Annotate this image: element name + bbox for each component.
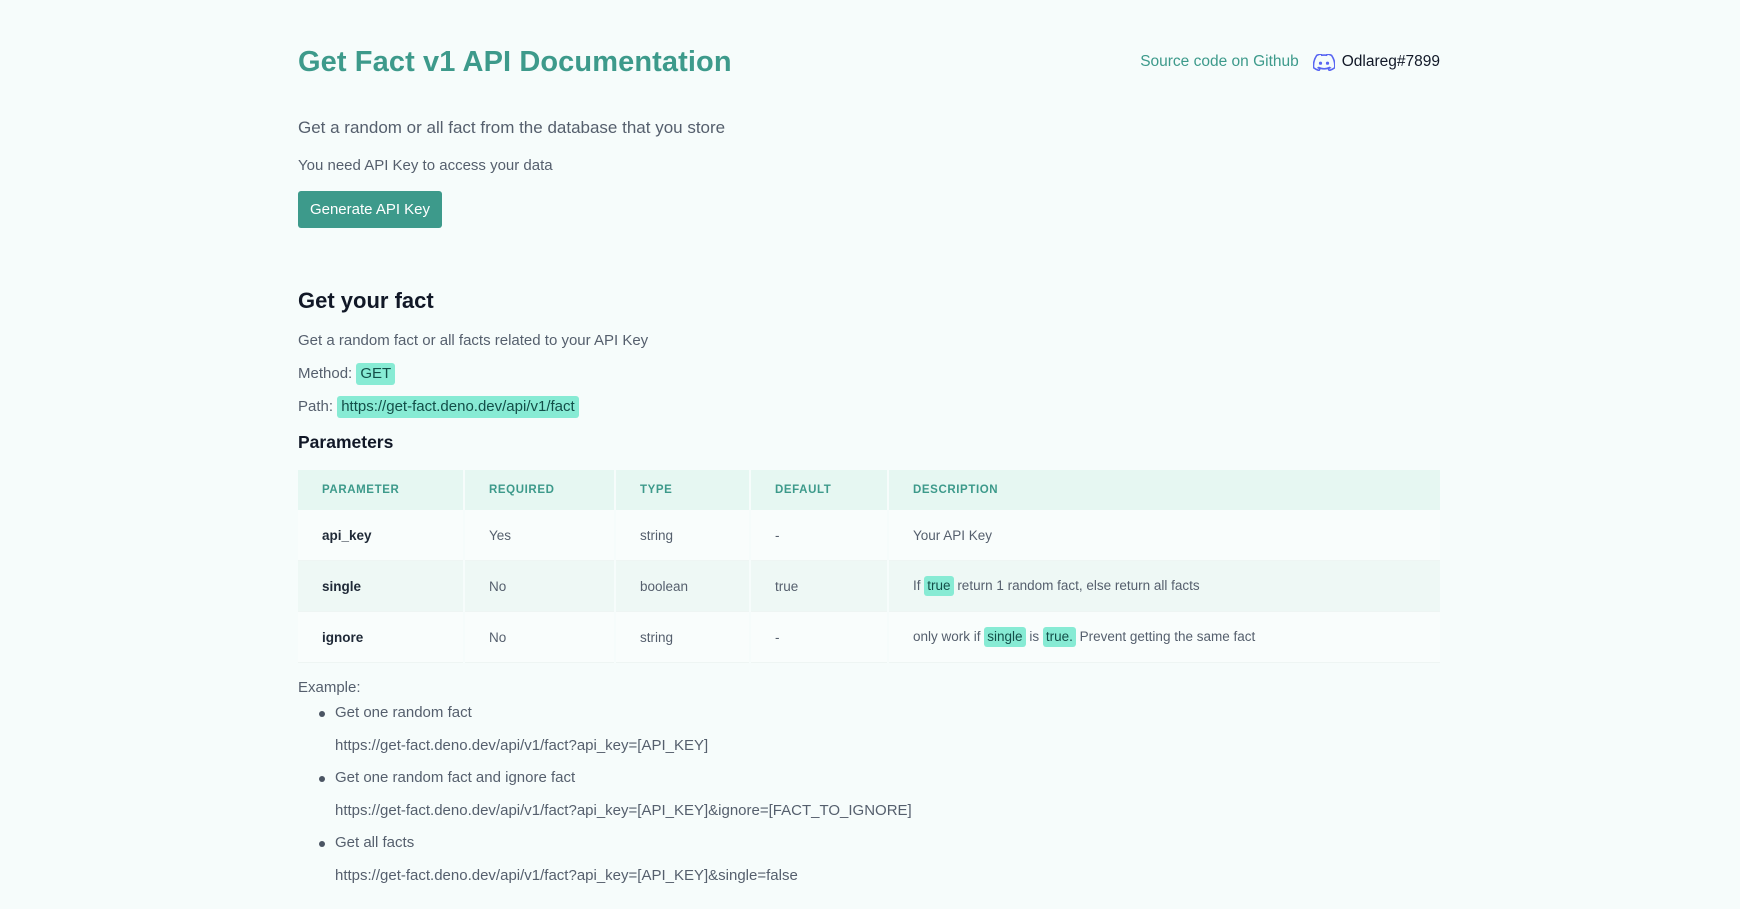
discord-contact: Odlareg#7899 xyxy=(1312,53,1440,71)
intro-need-key: You need API Key to access your data xyxy=(298,157,553,174)
github-link[interactable]: Source code on Github xyxy=(1140,53,1299,71)
example-title: Get all facts xyxy=(335,834,415,851)
section-title: Get your fact xyxy=(298,288,434,313)
description-text: only work if xyxy=(913,629,981,644)
parameters-table: PARAMETER REQUIRED TYPE DEFAULT DESCRIPT… xyxy=(298,470,1440,663)
param-required: No xyxy=(464,560,616,612)
header: Get Fact v1 API Documentation Source cod… xyxy=(298,0,1440,100)
column-header-parameter: PARAMETER xyxy=(298,470,465,510)
param-required: Yes xyxy=(464,510,616,561)
example-label: Example: xyxy=(298,679,361,696)
description-text: is xyxy=(1029,629,1040,644)
intro-lead: Get a random or all fact from the databa… xyxy=(298,118,726,137)
param-default: - xyxy=(750,510,889,561)
generate-api-key-button[interactable]: Generate API Key xyxy=(298,191,442,228)
method-line: Method: GET xyxy=(298,363,396,385)
param-description: Your API Key xyxy=(888,510,1440,561)
table-row: ignore No string - only work if single i… xyxy=(298,611,1440,663)
column-header-default: DEFAULT xyxy=(750,470,889,510)
param-type: boolean xyxy=(615,560,751,612)
path-line: Path: https://get-fact.deno.dev/api/v1/f… xyxy=(298,396,579,418)
description-text: Prevent getting the same fact xyxy=(1079,629,1256,644)
param-default: true xyxy=(750,560,889,612)
bullet-icon xyxy=(319,711,325,717)
bullet-icon xyxy=(319,841,325,847)
column-header-required: REQUIRED xyxy=(464,470,616,510)
code-badge: true. xyxy=(1042,627,1076,647)
description-text: return 1 random fact, else return all fa… xyxy=(957,578,1200,593)
param-description: only work if single is true. Prevent get… xyxy=(888,611,1440,663)
example-url: https://get-fact.deno.dev/api/v1/fact?ap… xyxy=(335,802,912,819)
example-url: https://get-fact.deno.dev/api/v1/fact?ap… xyxy=(335,737,709,754)
page: Get Fact v1 API Documentation Source cod… xyxy=(0,0,1740,909)
param-name: single xyxy=(298,560,465,612)
path-label: Path: xyxy=(298,398,334,415)
parameters-title: Parameters xyxy=(298,432,394,452)
table-header-row: PARAMETER REQUIRED TYPE DEFAULT DESCRIPT… xyxy=(298,470,1440,510)
column-header-description: DESCRIPTION xyxy=(888,470,1440,510)
bullet-icon xyxy=(319,776,325,782)
example-url: https://get-fact.deno.dev/api/v1/fact?ap… xyxy=(335,867,798,884)
method-badge: GET xyxy=(356,363,396,385)
section-subtitle: Get a random fact or all facts related t… xyxy=(298,332,649,349)
content-container: Get Fact v1 API Documentation Source cod… xyxy=(298,0,1440,884)
top-nav: Source code on Github Odlareg#7899 xyxy=(1140,53,1440,71)
description-text: If xyxy=(913,578,921,593)
column-header-type: TYPE xyxy=(615,470,751,510)
discord-icon xyxy=(1312,53,1335,71)
table-row: single No boolean true If true return 1 … xyxy=(298,560,1440,612)
param-required: No xyxy=(464,611,616,663)
param-type: string xyxy=(615,510,751,561)
param-name: api_key xyxy=(298,510,465,561)
discord-username: Odlareg#7899 xyxy=(1341,53,1440,70)
param-type: string xyxy=(615,611,751,663)
code-badge: single xyxy=(984,627,1026,647)
example-title: Get one random fact xyxy=(335,704,472,721)
param-description: If true return 1 random fact, else retur… xyxy=(888,560,1440,612)
method-label: Method: xyxy=(298,365,353,382)
code-badge: true xyxy=(924,576,954,596)
page-title: Get Fact v1 API Documentation xyxy=(298,46,732,78)
example-list: Get one random fact https://get-fact.den… xyxy=(298,703,912,898)
example-title: Get one random fact and ignore fact xyxy=(335,769,576,786)
table-row: api_key Yes string - Your API Key xyxy=(298,510,1440,561)
path-badge: https://get-fact.deno.dev/api/v1/fact xyxy=(337,396,579,418)
param-default: - xyxy=(750,611,889,663)
param-name: ignore xyxy=(298,611,465,663)
